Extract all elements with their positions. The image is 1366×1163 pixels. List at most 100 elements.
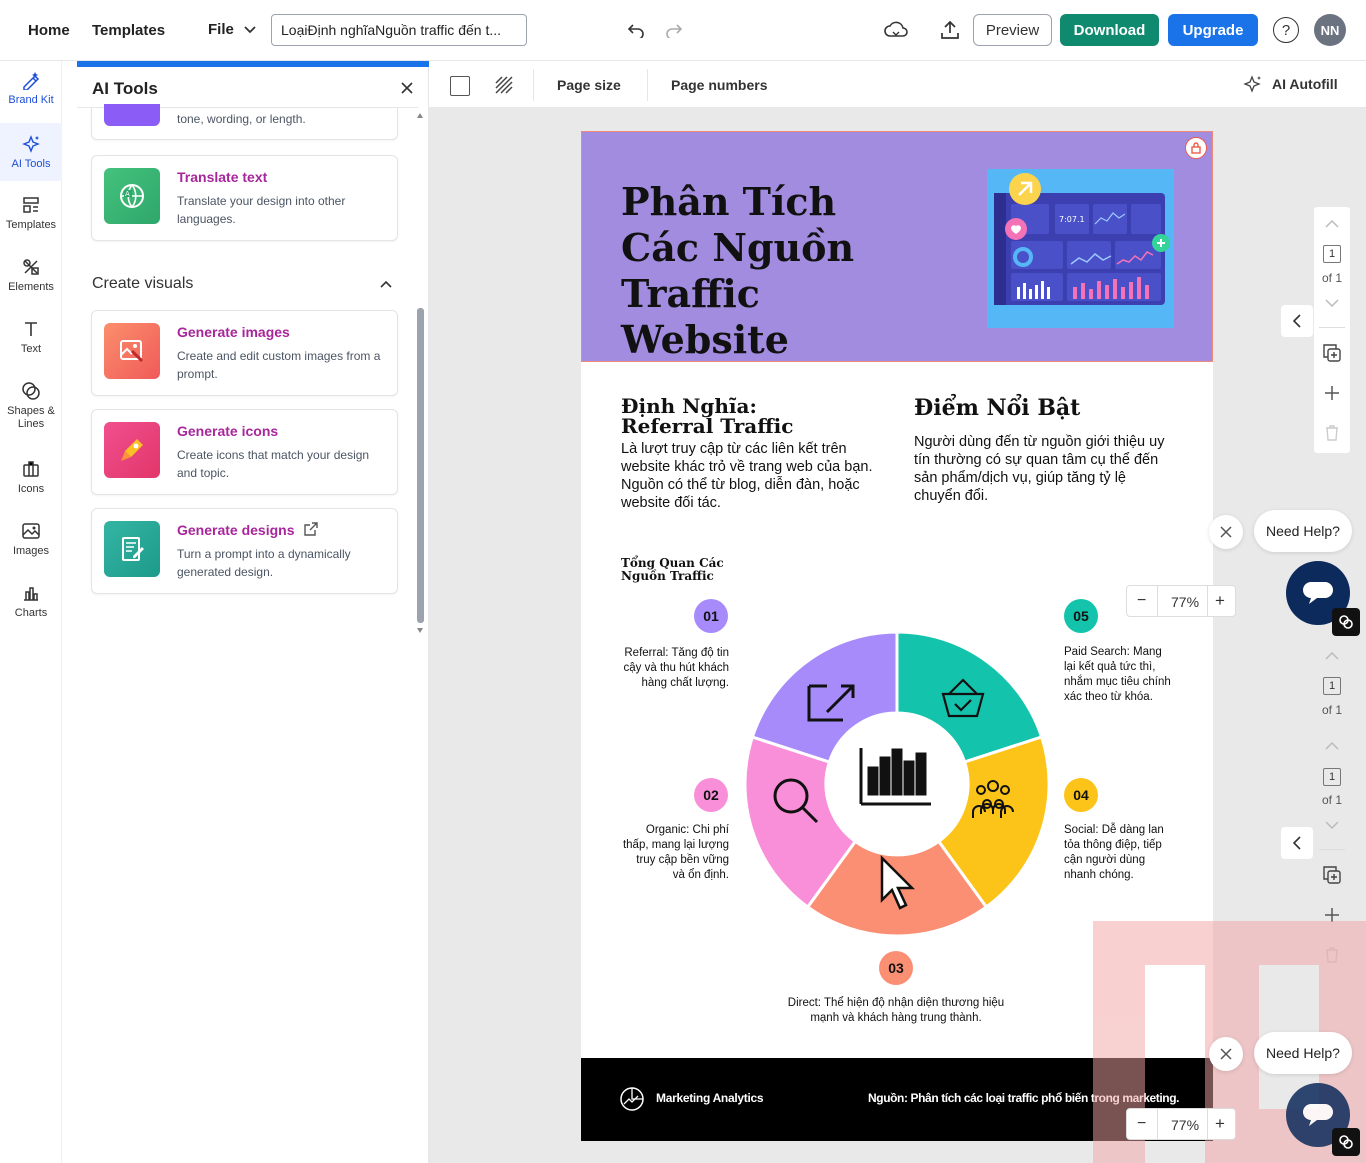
page-number-box[interactable]: 1 <box>1323 245 1341 263</box>
preview-button[interactable]: Preview <box>973 14 1052 46</box>
svg-text:A: A <box>125 190 130 198</box>
file-menu-label: File <box>208 21 234 38</box>
chevron-up-icon[interactable] <box>1325 219 1339 228</box>
rail-ai-tools[interactable]: AI Tools <box>0 123 62 181</box>
page-number-box[interactable]: 1 <box>1323 677 1341 695</box>
rail-elements[interactable]: Elements <box>0 256 62 293</box>
chevron-up-icon[interactable] <box>379 277 393 291</box>
dashboard-illustration[interactable]: 7:07.1 <box>987 169 1174 328</box>
lock-icon[interactable] <box>1185 137 1207 159</box>
item-04-badge[interactable]: 04 <box>1064 778 1098 812</box>
page-size-button[interactable]: Page size <box>557 77 621 93</box>
avatar[interactable]: NN <box>1314 14 1346 46</box>
panel-title: AI Tools <box>92 79 158 98</box>
item-02-text[interactable]: Organic: Chi phí thấp, mang lại lượng tr… <box>621 823 729 883</box>
generate-icons-icon <box>104 422 160 478</box>
generate-images-desc: Create and edit custom images from a pro… <box>177 349 381 381</box>
close-icon <box>1220 526 1232 538</box>
rail-icons[interactable]: Icons <box>0 458 62 495</box>
document-title-input[interactable]: LoạiĐịnh nghĩaNguồn traffic đến t... <box>271 14 527 46</box>
page-numbers-button[interactable]: Page numbers <box>671 77 767 93</box>
rail-shapes-lines[interactable]: Shapes & Lines <box>0 380 62 431</box>
rewrite-thumb <box>104 104 160 126</box>
item-03-badge[interactable]: 03 <box>879 951 913 985</box>
pattern-icon[interactable] <box>494 75 514 95</box>
item-04-text[interactable]: Social: Dễ dàng lan tỏa thông điệp, tiếp… <box>1064 823 1174 883</box>
background-color-swatch[interactable] <box>450 76 470 96</box>
rail-label: Brand Kit <box>8 94 54 106</box>
highlight-body[interactable]: Người dùng đến từ nguồn giới thiệu uy tí… <box>914 433 1174 505</box>
file-menu[interactable]: File <box>208 21 256 38</box>
design-page[interactable]: Phân Tích Các Nguồn Traffic Website 7:07… <box>581 131 1213 1141</box>
duplicate-page-icon[interactable] <box>1323 344 1341 362</box>
need-help-bubble[interactable]: Need Help? <box>1254 1032 1352 1074</box>
rail-images[interactable]: Images <box>0 520 62 557</box>
rail-charts[interactable]: Charts <box>0 582 62 619</box>
page-controls-duplicate: 1 of 1 1 of 1 <box>1314 639 1350 969</box>
highlight-title[interactable]: Điểm Nổi Bật <box>914 395 1174 421</box>
close-help-button[interactable] <box>1209 1037 1243 1071</box>
chevron-up-icon[interactable] <box>1325 741 1339 750</box>
zoom-out-button[interactable]: − <box>1137 592 1146 610</box>
link-icon[interactable] <box>1332 608 1360 636</box>
rail-text[interactable]: Text <box>0 318 62 355</box>
trash-icon[interactable] <box>1325 425 1339 441</box>
zoom-level[interactable]: 77% <box>1171 594 1199 610</box>
zoom-level[interactable]: 77% <box>1171 1117 1199 1133</box>
divider <box>1207 1109 1208 1139</box>
download-button[interactable]: Download <box>1060 14 1159 46</box>
page-title[interactable]: Phân Tích Các Nguồn Traffic Website <box>621 179 921 363</box>
collapse-panel-button[interactable] <box>1281 827 1313 859</box>
chevron-down-icon[interactable] <box>1325 299 1339 308</box>
traffic-donut[interactable] <box>741 628 1053 940</box>
zoom-in-button[interactable]: + <box>1215 1114 1225 1134</box>
footer-brand[interactable]: Marketing Analytics <box>656 1091 764 1105</box>
add-page-icon[interactable] <box>1324 907 1340 923</box>
overview-title[interactable]: Tổng Quan Các Nguồn Traffic <box>621 557 731 583</box>
close-icon[interactable] <box>399 80 415 96</box>
item-05-badge[interactable]: 05 <box>1064 599 1098 633</box>
scroll-up-arrow-icon[interactable] <box>417 113 423 118</box>
chevron-down-icon[interactable] <box>1325 821 1339 830</box>
scroll-down-arrow-icon[interactable] <box>417 628 423 633</box>
add-page-icon[interactable] <box>1324 385 1340 401</box>
item-01-text[interactable]: Referral: Tăng độ tin cậy và thu hút khá… <box>621 646 729 691</box>
rewrite-card[interactable]: tone, wording, or length. <box>91 104 398 140</box>
ai-autofill-button[interactable]: AI Autofill <box>1243 74 1338 94</box>
link-icon[interactable] <box>1332 1128 1360 1156</box>
generate-designs-card[interactable]: Generate designs Turn a prompt into a dy… <box>91 508 398 594</box>
page-number-box[interactable]: 1 <box>1323 768 1341 786</box>
cloud-sync-icon[interactable] <box>883 18 909 42</box>
undo-icon[interactable] <box>626 20 646 40</box>
help-icon[interactable]: ? <box>1273 17 1299 43</box>
item-03-text[interactable]: Direct: Thể hiện độ nhận diện thương hiệ… <box>786 996 1006 1026</box>
home-link[interactable]: Home <box>28 22 70 39</box>
trash-icon[interactable] <box>1325 947 1339 963</box>
collapse-panel-button[interactable] <box>1281 305 1313 337</box>
zoom-out-button[interactable]: − <box>1137 1115 1146 1133</box>
rail-label: AI Tools <box>11 158 51 170</box>
zoom-in-button[interactable]: + <box>1215 591 1225 611</box>
upgrade-button[interactable]: Upgrade <box>1168 14 1258 46</box>
close-help-button[interactable] <box>1209 515 1243 549</box>
generate-images-card[interactable]: Generate images Create and edit custom i… <box>91 310 398 396</box>
panel-scroll-thumb[interactable] <box>417 308 424 623</box>
definition-body[interactable]: Là lượt truy cập từ các liên kết trên we… <box>621 440 881 512</box>
dashboard-value: 7:07.1 <box>1059 215 1085 224</box>
generate-icons-card[interactable]: Generate icons Create icons that match y… <box>91 409 398 495</box>
definition-title[interactable]: Định Nghĩa: Referral Traffic <box>621 396 851 436</box>
chevron-up-icon[interactable] <box>1325 651 1339 660</box>
item-02-badge[interactable]: 02 <box>694 778 728 812</box>
templates-link[interactable]: Templates <box>92 22 165 39</box>
redo-icon[interactable] <box>664 20 684 40</box>
share-upload-icon[interactable] <box>938 18 962 42</box>
footer-source[interactable]: Nguồn: Phân tích các loại traffic phổ bi… <box>868 1091 1179 1105</box>
rail-brand-kit[interactable]: Brand Kit <box>0 69 62 106</box>
translate-text-card[interactable]: A Translate text Translate your design i… <box>91 155 398 241</box>
rail-templates[interactable]: Templates <box>0 194 62 231</box>
footer[interactable]: Marketing Analytics Nguồn: Phân tích các… <box>581 1058 1213 1141</box>
item-05-text[interactable]: Paid Search: Mang lại kết quả tức thì, n… <box>1064 645 1172 705</box>
need-help-bubble[interactable]: Need Help? <box>1254 510 1352 552</box>
item-01-badge[interactable]: 01 <box>694 599 728 633</box>
duplicate-page-icon[interactable] <box>1323 866 1341 884</box>
